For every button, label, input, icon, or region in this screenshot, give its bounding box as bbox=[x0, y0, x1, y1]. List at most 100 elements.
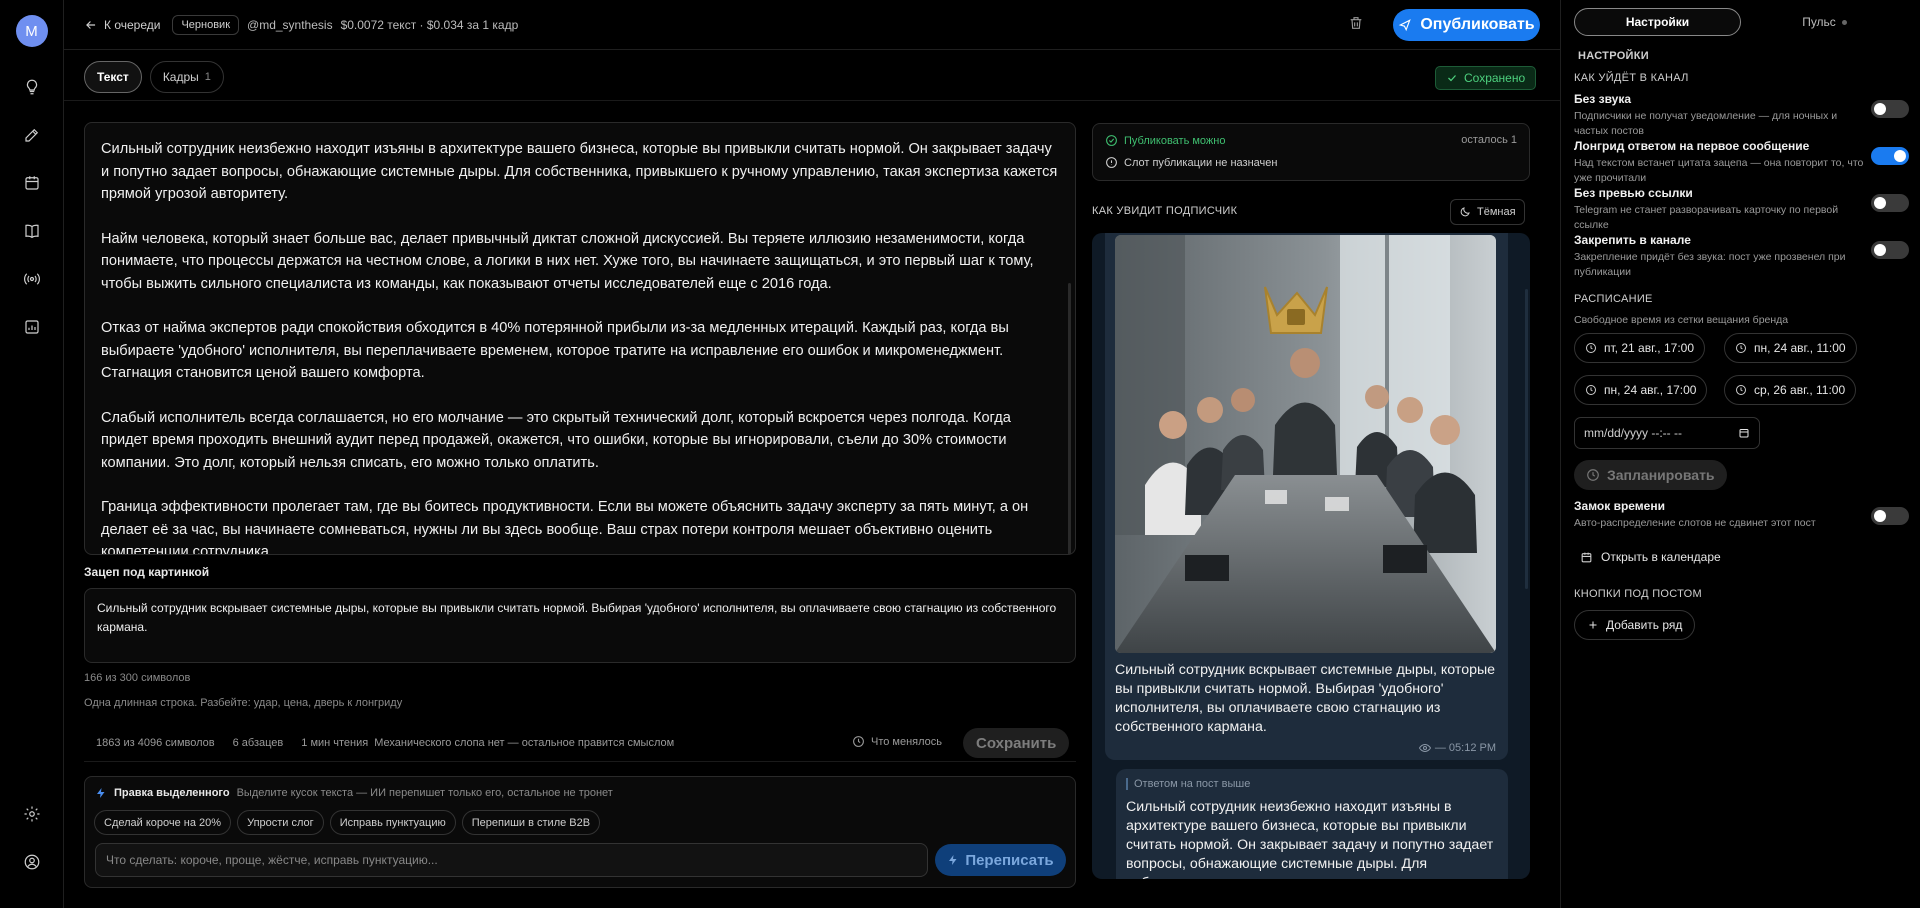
post-image bbox=[1115, 235, 1496, 653]
option-desc: Telegram не станет разворачивать карточк… bbox=[1574, 204, 1839, 231]
arrow-left-icon bbox=[86, 20, 96, 29]
analytics-icon[interactable] bbox=[14, 309, 50, 345]
avatar[interactable]: M bbox=[15, 15, 48, 47]
settings-panel: Настройки Пульс НАСТРОЙКИ КАК УЙДЁТ В КА… bbox=[1560, 0, 1920, 908]
moon-icon bbox=[1460, 207, 1470, 217]
datetime-input[interactable]: mm/dd/yyyy --:-- -- bbox=[1574, 417, 1760, 449]
datetime-placeholder: mm/dd/yyyy --:-- -- bbox=[1584, 426, 1682, 440]
channel-handle: @md_synthesis bbox=[247, 17, 333, 32]
slot-option[interactable]: пн, 24 авг., 17:00 bbox=[1574, 375, 1708, 405]
calendar-icon[interactable] bbox=[1738, 427, 1750, 439]
slot-label: пн, 24 авг., 17:00 bbox=[1604, 383, 1697, 397]
back-label: К очереди bbox=[104, 17, 161, 32]
delete-trash-icon[interactable] bbox=[1348, 14, 1364, 32]
schedule-button[interactable]: Запланировать bbox=[1574, 460, 1727, 490]
broadcast-icon[interactable] bbox=[14, 261, 50, 297]
toggle-time-lock[interactable] bbox=[1871, 507, 1909, 525]
publish-label: Опубликовать bbox=[1420, 16, 1535, 33]
lightning-icon bbox=[949, 855, 957, 865]
hook-textarea[interactable]: Сильный сотрудник вскрывает системные ды… bbox=[84, 588, 1076, 663]
open-calendar-link[interactable]: Открыть в календаре bbox=[1574, 544, 1721, 570]
tab-frames[interactable]: Кадры 1 bbox=[149, 61, 224, 93]
back-to-queue-link[interactable]: К очереди bbox=[84, 18, 160, 32]
send-icon bbox=[1399, 19, 1412, 32]
tab-settings[interactable]: Настройки bbox=[1574, 8, 1741, 36]
toggle-silent[interactable] bbox=[1871, 100, 1909, 118]
read-time: 1 мин чтения bbox=[301, 736, 369, 749]
rail-bottom bbox=[0, 796, 64, 892]
settings-gear-icon[interactable] bbox=[14, 796, 50, 832]
divider bbox=[64, 100, 1560, 101]
hook-label: Зацеп под картинкой bbox=[84, 565, 210, 579]
toggle-no-preview[interactable] bbox=[1871, 194, 1909, 212]
eye-icon bbox=[1418, 743, 1431, 753]
hook-char-count: 166 из 300 символов bbox=[84, 672, 191, 684]
slot-option[interactable]: пн, 24 авг., 11:00 bbox=[1724, 333, 1857, 363]
editor-paragraph: Найм человека, который знает больше вас,… bbox=[101, 230, 1034, 292]
ideas-icon[interactable] bbox=[14, 69, 50, 105]
toggle-longread-reply[interactable] bbox=[1871, 147, 1909, 165]
ai-edit-title: Правка выделенного Выделите кусок текста… bbox=[95, 786, 613, 800]
remaining-count: осталось 1 bbox=[1461, 134, 1517, 146]
ai-chip-shorter[interactable]: Сделай короче на 20% bbox=[94, 810, 232, 835]
slot-label: Слот публикации не назначен bbox=[1124, 156, 1278, 169]
slop-status: Механического слопа нет — остальное прав… bbox=[374, 736, 675, 749]
stats-bar: 1863 из 4096 символов 6 абзацев 1 мин чт… bbox=[84, 724, 1076, 762]
post-time: — 05:12 PM bbox=[1418, 742, 1496, 754]
can-publish-status: Публиковать можно bbox=[1105, 134, 1225, 147]
theme-toggle-button[interactable]: Тёмная bbox=[1450, 199, 1525, 225]
ai-chip-b2b[interactable]: Перепиши в стиле B2B bbox=[461, 810, 601, 835]
schedule-section-title: РАСПИСАНИЕ bbox=[1574, 293, 1653, 305]
publish-button[interactable]: Опубликовать bbox=[1393, 9, 1540, 41]
edit-icon[interactable] bbox=[14, 117, 50, 153]
profile-icon[interactable] bbox=[14, 844, 50, 880]
editor-scrollbar[interactable] bbox=[1068, 283, 1071, 554]
tab-text[interactable]: Текст bbox=[84, 61, 142, 93]
option-longread-reply: Лонгрид ответом на первое сообщение Над … bbox=[1574, 139, 1909, 186]
tab-frames-count: 1 bbox=[204, 71, 211, 83]
buttons-section-title: КНОПКИ ПОД ПОСТОМ bbox=[1574, 588, 1702, 600]
slot-option[interactable]: ср, 26 авг., 11:00 bbox=[1724, 375, 1857, 405]
save-button[interactable]: Сохранить bbox=[963, 728, 1070, 758]
clock-icon bbox=[1736, 385, 1746, 395]
reply-bubble: Ответом на пост выше Сильный сотрудник н… bbox=[1116, 769, 1508, 879]
hook-hint: Одна длинная строка. Разбейте: удар, цен… bbox=[84, 697, 403, 709]
tab-pulse[interactable]: Пульс bbox=[1741, 8, 1908, 36]
open-calendar-label: Открыть в календаре bbox=[1601, 550, 1721, 564]
post-text-editor[interactable]: Сильный сотрудник неизбежно находит изъя… bbox=[84, 122, 1076, 555]
saved-label: Сохранено bbox=[1464, 71, 1526, 85]
option-desc: Над текстом встанет цитата зацепа — она … bbox=[1574, 157, 1864, 184]
add-row-button[interactable]: Добавить ряд bbox=[1574, 610, 1696, 640]
ai-chip-punctuation[interactable]: Исправь пунктуацию bbox=[329, 810, 456, 835]
ai-instruction-input[interactable]: Что сделать: короче, проще, жёстче, испр… bbox=[95, 843, 928, 877]
slot-label: ср, 26 авг., 11:00 bbox=[1754, 383, 1846, 397]
theme-label: Тёмная bbox=[1477, 206, 1516, 218]
slot-option[interactable]: пт, 21 авг., 17:00 bbox=[1574, 333, 1706, 363]
slot-status: Слот публикации не назначен bbox=[1105, 156, 1277, 169]
clock-icon bbox=[1736, 343, 1746, 353]
ai-quick-actions: Сделай короче на 20% Упрости слог Исправ… bbox=[94, 810, 601, 835]
preview-scrollbar[interactable] bbox=[1525, 289, 1528, 589]
calendar-icon[interactable] bbox=[14, 165, 50, 201]
clock-icon bbox=[1586, 385, 1596, 395]
history-link[interactable]: Что менялось bbox=[852, 735, 942, 748]
editor-paragraph: Слабый исполнитель всегда соглашается, н… bbox=[101, 409, 1011, 471]
calendar-icon bbox=[1581, 552, 1592, 562]
option-title: Без звука bbox=[1574, 92, 1631, 106]
slot-label: пн, 24 авг., 11:00 bbox=[1754, 341, 1846, 355]
post-time-label: — 05:12 PM bbox=[1434, 742, 1496, 754]
panel-tabs: Настройки Пульс bbox=[1574, 8, 1908, 36]
rewrite-label: Переписать bbox=[965, 851, 1054, 869]
reply-quote: Ответом на пост выше bbox=[1126, 778, 1250, 790]
book-icon[interactable] bbox=[14, 213, 50, 249]
plus-icon bbox=[1589, 621, 1597, 629]
option-time-lock: Замок времени Авто-распределение слотов … bbox=[1574, 499, 1909, 531]
ai-chip-simplify[interactable]: Упрости слог bbox=[237, 810, 324, 835]
lightning-icon bbox=[97, 788, 105, 798]
editor-paragraph: Сильный сотрудник неизбежно находит изъя… bbox=[101, 141, 1058, 202]
rewrite-button[interactable]: Переписать bbox=[935, 844, 1066, 876]
ai-edit-subtitle: Выделите кусок текста — ИИ перепишет тол… bbox=[236, 787, 613, 799]
option-title: Замок времени bbox=[1574, 499, 1665, 513]
toggle-pin[interactable] bbox=[1871, 241, 1909, 259]
status-chip: Черновик bbox=[172, 14, 240, 35]
